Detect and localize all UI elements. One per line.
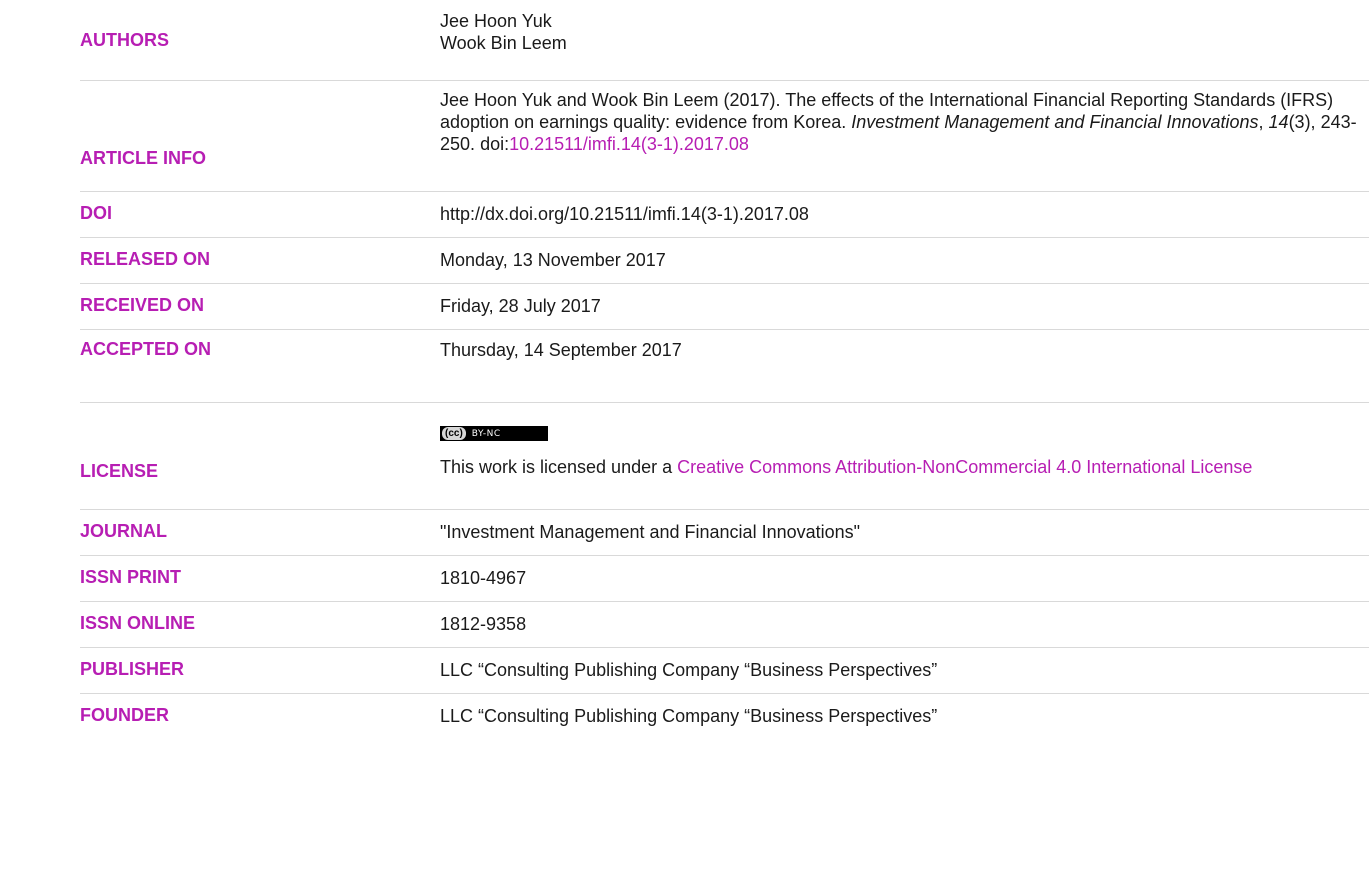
article-info-label: ARTICLE INFO (80, 148, 206, 168)
citation-volume: 14 (1268, 112, 1289, 132)
founder-value: LLC “Consulting Publishing Company “Busi… (440, 706, 938, 726)
authors-label: AUTHORS (80, 30, 169, 50)
article-info-citation: Jee Hoon Yuk and Wook Bin Leem (2017). T… (440, 89, 1365, 155)
article-metadata-table: AUTHORS Jee Hoon Yuk Wook Bin Leem ARTIC… (0, 0, 1369, 882)
publisher-value: LLC “Consulting Publishing Company “Busi… (440, 660, 938, 680)
license-value: (cc) BY-NC This work is licensed under a… (440, 419, 1369, 479)
accepted-value: Thursday, 14 September 2017 (440, 340, 682, 360)
issn-online-value: 1812-9358 (440, 614, 527, 634)
issn-print-value: 1810-4967 (440, 568, 527, 588)
journal-value: "Investment Management and Financial Inn… (440, 522, 861, 542)
publisher-row: PUBLISHER LLC “Consulting Publishing Com… (80, 648, 1369, 694)
citation-doi-prefix: doi: (480, 134, 510, 154)
citation-journal: Investment Management and Financial Inno… (851, 112, 1259, 132)
issn-print-row: ISSN PRINT 1810-4967 (80, 556, 1369, 602)
citation-doi-link[interactable]: 10.21511/imfi.14(3-1).2017.08 (509, 134, 749, 154)
issn-print-label: ISSN PRINT (80, 567, 182, 587)
received-label: RECEIVED ON (80, 295, 205, 315)
accepted-label: ACCEPTED ON (80, 339, 212, 359)
accepted-row: ACCEPTED ON Thursday, 14 September 2017 (80, 330, 1369, 403)
license-label: LICENSE (80, 461, 159, 481)
license-link[interactable]: Creative Commons Attribution-NonCommerci… (677, 457, 1252, 477)
received-value: Friday, 28 July 2017 (440, 296, 601, 316)
released-row: RELEASED ON Monday, 13 November 2017 (80, 238, 1369, 284)
cc-icon: (cc) (442, 427, 466, 440)
cc-license-badge[interactable]: (cc) BY-NC (440, 426, 548, 441)
license-text-prefix: This work is licensed under a (440, 457, 678, 477)
received-row: RECEIVED ON Friday, 28 July 2017 (80, 284, 1369, 330)
author-name: Jee Hoon Yuk (440, 11, 552, 31)
license-text: This work is licensed under a Creative C… (440, 455, 1369, 479)
doi-label: DOI (80, 203, 113, 223)
citation-comma: , (1258, 112, 1269, 132)
cc-badge-text: BY-NC (471, 428, 501, 439)
founder-label: FOUNDER (80, 705, 169, 725)
doi-value: http://dx.doi.org/10.21511/imfi.14(3-1).… (440, 204, 809, 224)
released-value: Monday, 13 November 2017 (440, 250, 666, 270)
license-row: LICENSE (cc) BY-NC This work is licensed… (80, 403, 1369, 510)
issn-online-label: ISSN ONLINE (80, 613, 196, 633)
journal-label: JOURNAL (80, 521, 168, 541)
issn-online-row: ISSN ONLINE 1812-9358 (80, 602, 1369, 648)
released-label: RELEASED ON (80, 249, 211, 269)
journal-row: JOURNAL "Investment Management and Finan… (80, 510, 1369, 556)
article-info-row: ARTICLE INFO Jee Hoon Yuk and Wook Bin L… (80, 81, 1369, 192)
authors-value: Jee Hoon Yuk Wook Bin Leem (440, 10, 1369, 54)
author-name: Wook Bin Leem (440, 33, 567, 53)
publisher-label: PUBLISHER (80, 659, 185, 679)
doi-row: DOI http://dx.doi.org/10.21511/imfi.14(3… (80, 192, 1369, 238)
founder-row: FOUNDER LLC “Consulting Publishing Compa… (80, 694, 1369, 739)
authors-row: AUTHORS Jee Hoon Yuk Wook Bin Leem (80, 0, 1369, 81)
